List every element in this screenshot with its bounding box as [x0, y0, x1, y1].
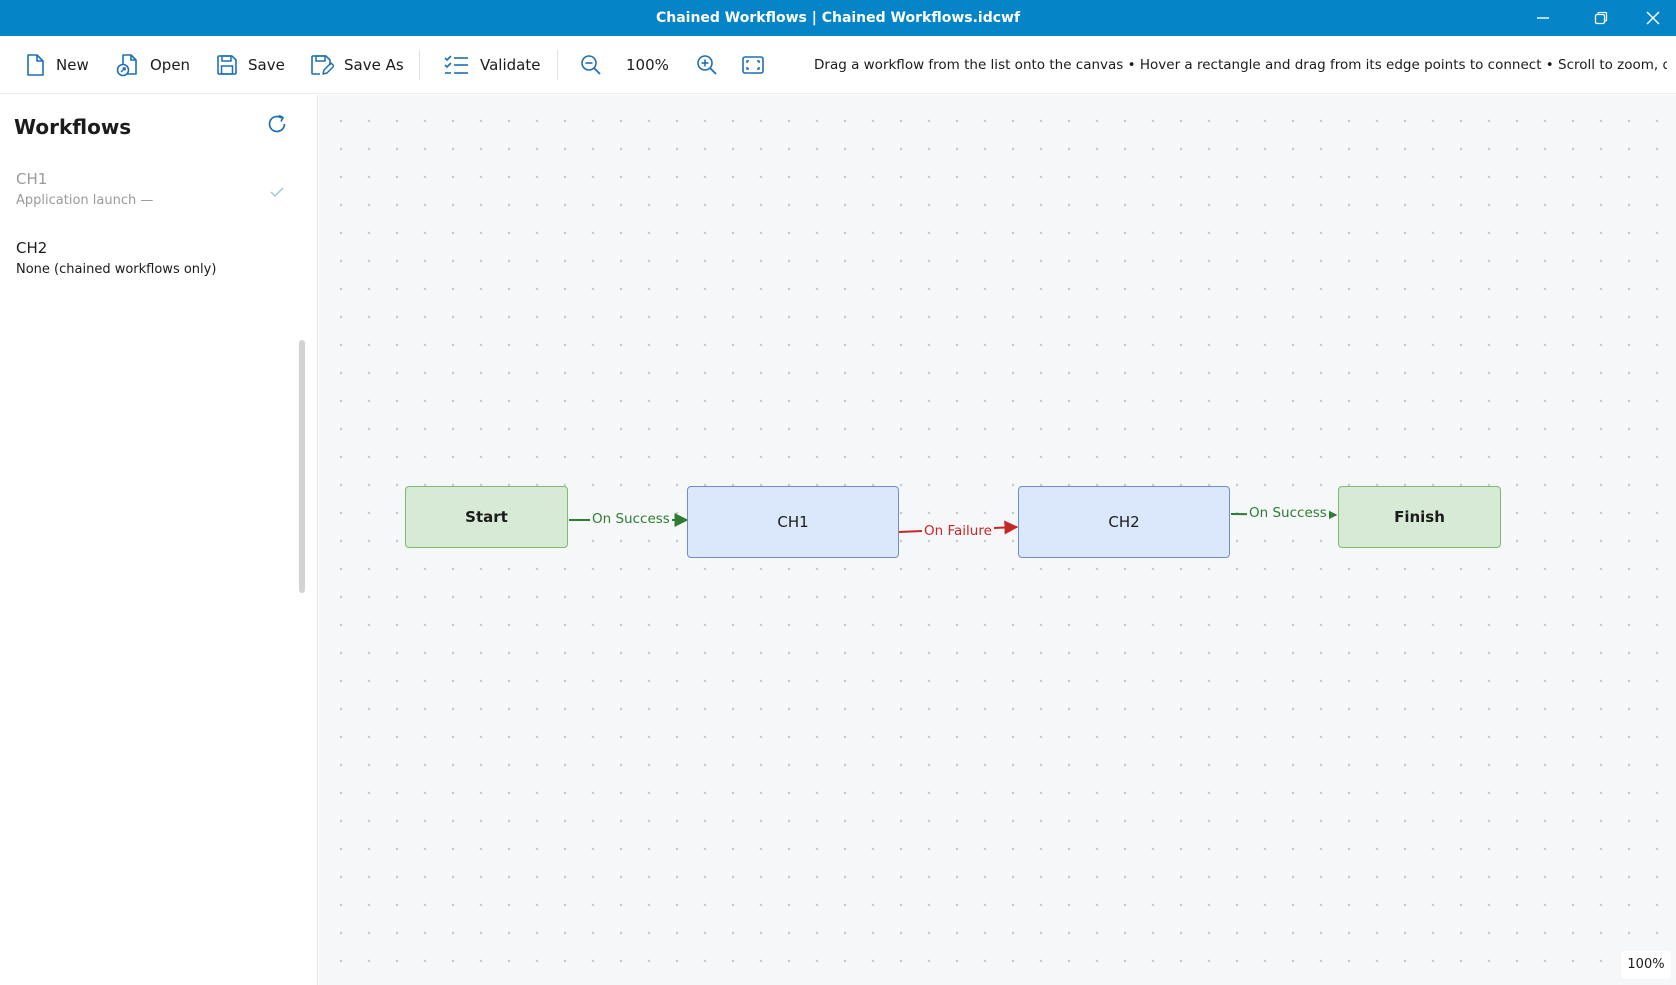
refresh-button[interactable]	[266, 113, 288, 139]
zoom-in-button[interactable]	[696, 49, 728, 81]
new-button[interactable]: New	[24, 49, 89, 81]
edge-label: On Success	[1247, 504, 1329, 522]
workflow-name: CH1	[16, 170, 48, 188]
validate-button[interactable]: Validate	[444, 49, 540, 81]
window-title: Chained Workflows | Chained Workflows.id…	[655, 10, 1021, 26]
toolbar-separator	[419, 50, 420, 80]
minimize-button[interactable]	[1520, 0, 1566, 36]
save-as-button[interactable]: Save As	[310, 49, 404, 81]
save-label: Save	[248, 56, 285, 74]
save-button[interactable]: Save	[216, 49, 285, 81]
workflow-list-item-ch1[interactable]: CH1 Application launch —	[0, 170, 300, 232]
zoom-out-icon	[581, 55, 601, 75]
fit-screen-icon	[742, 56, 764, 74]
open-button[interactable]: Open	[116, 49, 190, 81]
zoom-out-button[interactable]	[580, 49, 612, 81]
restore-button[interactable]	[1578, 0, 1624, 36]
sidebar-scrollbar[interactable]	[299, 340, 305, 593]
workflows-sidebar: Workflows CH1 Application launch — CH2 N…	[0, 95, 318, 985]
zoom-level: 100%	[626, 56, 669, 74]
check-icon	[270, 187, 284, 198]
zoom-badge: 100%	[1621, 951, 1671, 979]
minimize-icon	[1537, 17, 1549, 19]
close-icon	[1646, 11, 1660, 25]
toolbar-separator	[557, 50, 558, 80]
new-file-icon	[27, 54, 44, 76]
workflow-description: Application launch —	[16, 193, 154, 208]
workflow-canvas[interactable]: On Success On Failure On Success Start C…	[319, 95, 1676, 985]
restore-icon	[1594, 11, 1608, 25]
close-button[interactable]	[1630, 0, 1676, 36]
open-file-icon	[116, 54, 137, 77]
edge-label: On Success	[590, 510, 672, 528]
toolbar: New Open Save Save As Validate 100% Drag…	[0, 36, 1676, 94]
workflow-list-item-ch2[interactable]: CH2 None (chained workflows only)	[0, 239, 300, 301]
canvas-hint: Drag a workflow from the list onto the c…	[814, 57, 1667, 73]
validate-label: Validate	[480, 56, 541, 74]
finish-node[interactable]: Finish	[1338, 486, 1501, 548]
open-label: Open	[150, 56, 191, 74]
workflow-description: None (chained workflows only)	[16, 262, 217, 277]
fit-to-screen-button[interactable]	[742, 49, 774, 81]
save-as-icon	[311, 55, 334, 75]
new-label: New	[56, 56, 89, 74]
refresh-icon	[268, 114, 286, 133]
save-icon	[217, 55, 237, 75]
workflow-name: CH2	[16, 239, 48, 257]
title-bar: Chained Workflows | Chained Workflows.id…	[0, 0, 1676, 36]
workflow-node-ch2[interactable]: CH2	[1018, 486, 1230, 558]
checklist-icon	[444, 55, 468, 74]
save-as-label: Save As	[344, 56, 404, 74]
workflow-node-ch1[interactable]: CH1	[687, 486, 899, 558]
start-node[interactable]: Start	[405, 486, 568, 548]
sidebar-title: Workflows	[14, 115, 132, 139]
edge-label: On Failure	[922, 522, 994, 540]
zoom-in-icon	[697, 55, 717, 75]
